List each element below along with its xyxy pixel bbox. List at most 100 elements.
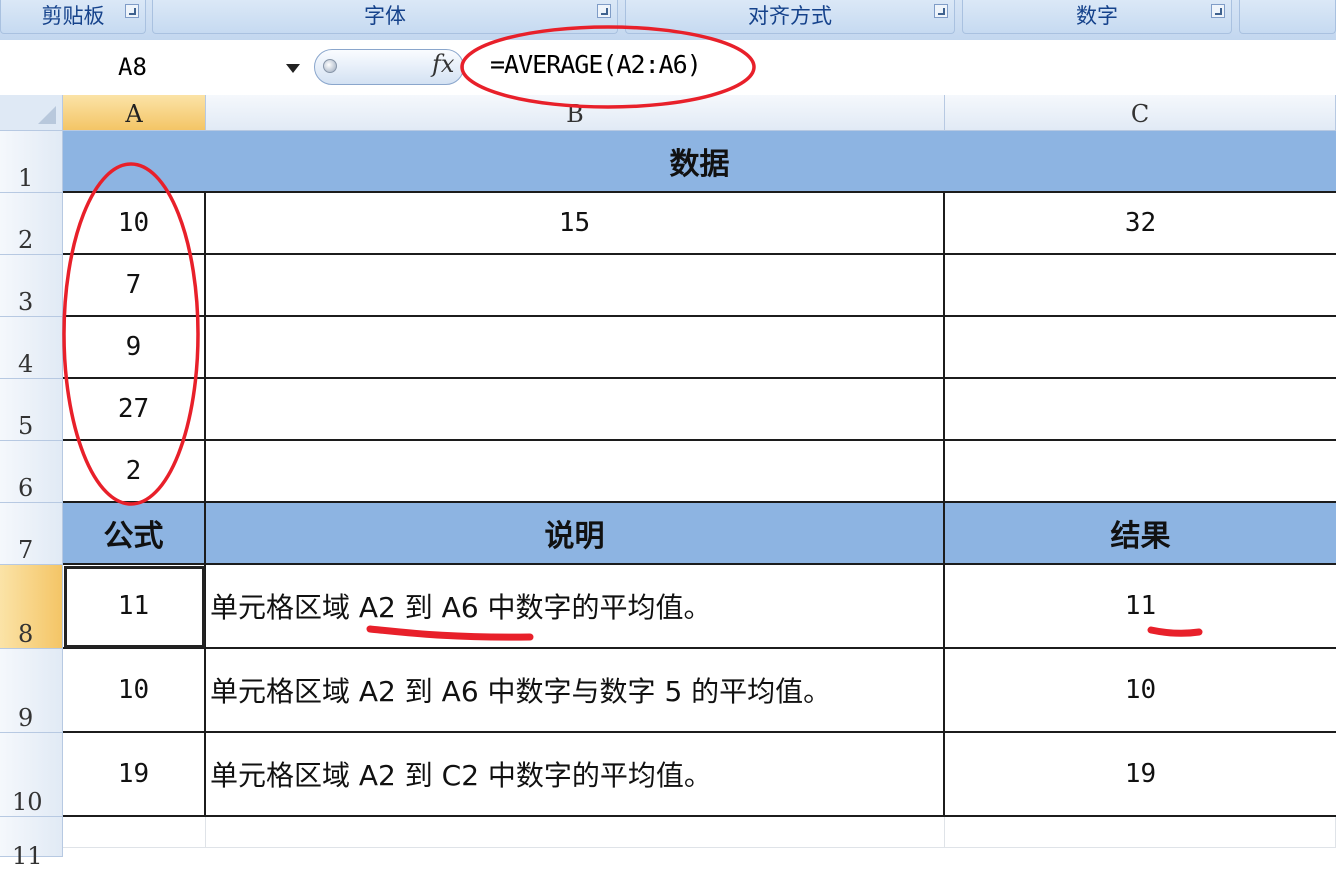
row-header-4[interactable]: 4: [0, 317, 63, 379]
cell-b2[interactable]: 15: [206, 193, 945, 255]
font-dialog-launcher-icon[interactable]: [597, 4, 611, 18]
alignment-dialog-launcher-icon[interactable]: [934, 4, 948, 18]
header-result: 结果: [1110, 519, 1171, 554]
cell-a10-value: 19: [117, 759, 150, 789]
cell-c2[interactable]: 32: [945, 193, 1336, 255]
cell-b2-value: 15: [558, 208, 591, 238]
column-header-c[interactable]: C: [945, 95, 1336, 131]
cell-c8[interactable]: 11: [945, 565, 1336, 649]
number-dialog-launcher-icon[interactable]: [1211, 4, 1225, 18]
row-header-7-label: 7: [18, 536, 34, 564]
ribbon-group-clipboard-label: 剪贴板: [41, 4, 105, 28]
formula-input[interactable]: =AVERAGE(A2:A6): [490, 50, 702, 79]
cell-c11[interactable]: [945, 817, 1336, 848]
header-formula: 公式: [103, 519, 164, 554]
column-header-b[interactable]: B: [206, 95, 945, 131]
cell-c8-value: 11: [1124, 591, 1157, 621]
cell-a2[interactable]: 10: [63, 193, 206, 255]
ribbon-group-number-label: 数字: [1076, 4, 1118, 28]
row-header-8-label: 8: [18, 620, 34, 648]
ribbon-group-next: [1239, 0, 1336, 34]
cell-a7-header[interactable]: 公式: [63, 503, 206, 565]
cell-b10[interactable]: 单元格区域 A2 到 C2 中数字的平均值。: [206, 733, 945, 817]
formula-bar: A8 fx =AVERAGE(A2:A6): [0, 40, 1336, 96]
cell-a6-value: 2: [125, 456, 142, 486]
row-header-11[interactable]: 11: [0, 817, 63, 870]
cell-b6[interactable]: [206, 441, 945, 503]
name-box-value: A8: [118, 53, 147, 81]
cell-b8-value: 单元格区域 A2 到 A6 中数字的平均值。: [210, 591, 712, 624]
cell-b9-value: 单元格区域 A2 到 A6 中数字与数字 5 的平均值。: [210, 675, 832, 708]
cell-b7-header[interactable]: 说明: [206, 503, 945, 565]
row-header-4-label: 4: [18, 350, 34, 378]
cell-c2-value: 32: [1124, 208, 1157, 238]
ribbon-group-clipboard: 剪贴板: [0, 0, 146, 34]
cell-c7-header[interactable]: 结果: [945, 503, 1336, 565]
cell-c10[interactable]: 19: [945, 733, 1336, 817]
ribbon-group-bar: 剪贴板 字体 对齐方式 数字: [0, 0, 1336, 41]
row-header-6[interactable]: 6: [0, 441, 63, 503]
row-header-1[interactable]: 1: [0, 131, 63, 193]
column-header-a-label: A: [125, 100, 143, 128]
insert-function-icon[interactable]: fx: [432, 50, 454, 78]
cell-a10[interactable]: 19: [63, 733, 206, 817]
cell-b11[interactable]: [206, 817, 945, 848]
ribbon-group-number: 数字: [962, 0, 1232, 34]
cell-a8-active[interactable]: 11: [63, 565, 206, 649]
name-box-dropdown-icon[interactable]: [286, 64, 300, 73]
cell-a11[interactable]: [63, 817, 206, 848]
cell-c10-value: 19: [1124, 759, 1157, 789]
cell-a3[interactable]: 7: [63, 255, 206, 317]
row-header-9-label: 9: [18, 704, 34, 732]
row-header-5-label: 5: [18, 412, 34, 440]
row-header-10-label: 10: [12, 788, 43, 816]
cell-b3[interactable]: [206, 255, 945, 317]
cell-a9[interactable]: 10: [63, 649, 206, 733]
row-header-5[interactable]: 5: [0, 379, 63, 441]
cell-c3[interactable]: [945, 255, 1336, 317]
cell-b10-value: 单元格区域 A2 到 C2 中数字的平均值。: [210, 759, 712, 792]
cell-a4[interactable]: 9: [63, 317, 206, 379]
cell-a9-value: 10: [117, 675, 150, 705]
row-header-8[interactable]: 8: [0, 565, 63, 649]
column-header-a[interactable]: A: [63, 95, 206, 131]
row-header-3[interactable]: 3: [0, 255, 63, 317]
cell-a6[interactable]: 2: [63, 441, 206, 503]
cell-c4[interactable]: [945, 317, 1336, 379]
cell-a8-value: 11: [117, 591, 150, 621]
cell-c9[interactable]: 10: [945, 649, 1336, 733]
cell-c6[interactable]: [945, 441, 1336, 503]
cell-a4-value: 9: [125, 332, 142, 362]
name-box[interactable]: A8: [0, 48, 310, 86]
sheet-title: 数据: [669, 147, 730, 182]
ribbon-group-font: 字体: [152, 0, 618, 34]
cell-a3-value: 7: [125, 270, 142, 300]
cell-a5-value: 27: [117, 394, 150, 424]
header-description: 说明: [544, 519, 605, 554]
ribbon-group-font-label: 字体: [364, 4, 406, 28]
row-header-2-label: 2: [18, 226, 34, 254]
row-header-11-label: 11: [12, 842, 43, 870]
select-all-button[interactable]: [0, 95, 63, 131]
row-header-6-label: 6: [18, 474, 34, 502]
worksheet-grid: A B C 1 2 3 4 5 6 7 8 9 10 11 数据 10 15 3…: [0, 95, 1336, 870]
row-header-10[interactable]: 10: [0, 733, 63, 817]
clipboard-dialog-launcher-icon[interactable]: [125, 4, 139, 18]
splitter-knob-icon[interactable]: [323, 59, 337, 73]
row-header-9[interactable]: 9: [0, 649, 63, 733]
ribbon-group-alignment: 对齐方式: [625, 0, 955, 34]
cell-a5[interactable]: 27: [63, 379, 206, 441]
row-header-7[interactable]: 7: [0, 503, 63, 565]
cell-a1-c1-title[interactable]: 数据: [63, 131, 1336, 193]
cell-b9[interactable]: 单元格区域 A2 到 A6 中数字与数字 5 的平均值。: [206, 649, 945, 733]
cell-b4[interactable]: [206, 317, 945, 379]
cell-b5[interactable]: [206, 379, 945, 441]
column-header-b-label: B: [566, 100, 584, 128]
row-header-2[interactable]: 2: [0, 193, 63, 255]
cell-c5[interactable]: [945, 379, 1336, 441]
ribbon-group-alignment-label: 对齐方式: [748, 4, 832, 28]
row-header-1-label: 1: [18, 164, 34, 192]
cell-b8[interactable]: 单元格区域 A2 到 A6 中数字的平均值。: [206, 565, 945, 649]
cell-a2-value: 10: [117, 208, 150, 238]
cell-c9-value: 10: [1124, 675, 1157, 705]
